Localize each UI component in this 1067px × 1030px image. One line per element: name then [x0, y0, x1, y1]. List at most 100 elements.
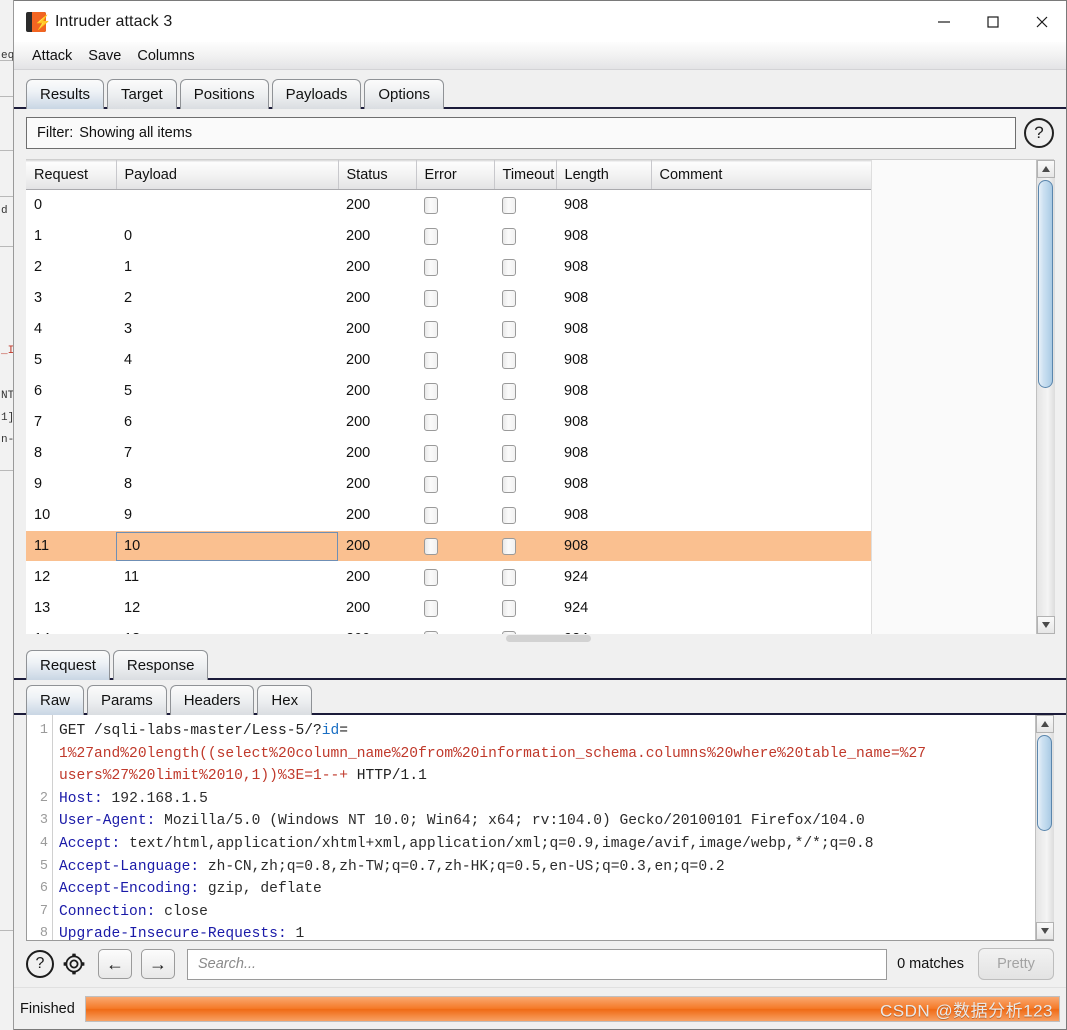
error-checkbox[interactable]	[424, 289, 438, 307]
timeout-checkbox[interactable]	[502, 537, 516, 555]
timeout-checkbox[interactable]	[502, 413, 516, 431]
filter-bar[interactable]: Filter: Showing all items	[26, 117, 1016, 149]
cell-comment[interactable]	[651, 562, 871, 593]
request-vertical-scrollbar[interactable]	[1035, 715, 1054, 940]
scroll-up-arrow-icon[interactable]	[1036, 160, 1055, 178]
minimize-icon[interactable]	[919, 1, 968, 42]
error-checkbox[interactable]	[424, 444, 438, 462]
cell-timeout[interactable]	[494, 221, 556, 252]
cell-comment[interactable]	[651, 407, 871, 438]
table-row[interactable]: 3 2 200 908	[26, 283, 871, 314]
cell-comment[interactable]	[651, 314, 871, 345]
menu-item-save[interactable]: Save	[80, 46, 129, 66]
table-row[interactable]: 4 3 200 908	[26, 314, 871, 345]
cell-error[interactable]	[416, 530, 494, 562]
cell-error[interactable]	[416, 376, 494, 407]
column-header-error[interactable]: Error	[416, 160, 495, 190]
timeout-checkbox[interactable]	[502, 599, 516, 617]
column-header-status[interactable]: Status	[338, 160, 417, 190]
gear-icon[interactable]	[59, 949, 89, 979]
request-scroll-track[interactable]	[1035, 733, 1054, 922]
cell-timeout[interactable]	[494, 438, 556, 469]
cell-error[interactable]	[416, 593, 494, 624]
cell-timeout[interactable]	[494, 252, 556, 283]
column-header-length[interactable]: Length	[556, 160, 652, 190]
results-horizontal-scrollbar[interactable]	[26, 634, 1054, 643]
cell-error[interactable]	[416, 190, 494, 221]
error-checkbox[interactable]	[424, 475, 438, 493]
forward-button[interactable]: →	[141, 949, 175, 979]
table-row[interactable]: 1413200 924	[26, 624, 871, 635]
tab-results[interactable]: Results	[26, 79, 105, 109]
back-button[interactable]: ←	[98, 949, 132, 979]
cell-error[interactable]	[416, 469, 494, 500]
tab-hex[interactable]: Hex	[257, 685, 313, 715]
request-scroll-up-arrow-icon[interactable]	[1035, 715, 1054, 733]
request-scroll-down-arrow-icon[interactable]	[1035, 922, 1054, 940]
tab-options[interactable]: Options	[364, 79, 445, 109]
table-row[interactable]: 6 5 200 908	[26, 376, 871, 407]
cell-comment[interactable]	[651, 345, 871, 376]
timeout-checkbox[interactable]	[502, 320, 516, 338]
cell-timeout[interactable]	[494, 283, 556, 314]
error-checkbox[interactable]	[424, 258, 438, 276]
results-scroll-track[interactable]	[1036, 178, 1055, 616]
help-icon[interactable]: ?	[26, 950, 54, 978]
cell-error[interactable]	[416, 283, 494, 314]
cell-error[interactable]	[416, 221, 494, 252]
scroll-down-arrow-icon[interactable]	[1036, 616, 1055, 634]
tab-positions[interactable]: Positions	[179, 79, 269, 109]
table-row[interactable]: 11 10 200 908	[26, 530, 871, 562]
cell-comment[interactable]	[651, 624, 871, 635]
cell-comment[interactable]	[651, 376, 871, 407]
cell-timeout[interactable]	[494, 500, 556, 531]
timeout-checkbox[interactable]	[502, 227, 516, 245]
table-row[interactable]: 10 9 200 908	[26, 500, 871, 531]
cell-timeout[interactable]	[494, 469, 556, 500]
column-header-payload[interactable]: Payload	[116, 160, 339, 190]
cell-comment[interactable]	[651, 221, 871, 252]
cell-comment[interactable]	[651, 530, 871, 562]
cell-comment[interactable]	[651, 500, 871, 531]
error-checkbox[interactable]	[424, 537, 438, 555]
table-row[interactable]: 1 0 200 908	[26, 221, 871, 252]
table-row[interactable]: 9 8 200 908	[26, 469, 871, 500]
cell-comment[interactable]	[651, 469, 871, 500]
table-row[interactable]: 8 7 200 908	[26, 438, 871, 469]
tab-params[interactable]: Params	[87, 685, 167, 715]
cell-comment[interactable]	[651, 190, 871, 221]
tab-response[interactable]: Response	[112, 650, 209, 680]
search-input[interactable]: Search...	[187, 948, 888, 980]
error-checkbox[interactable]	[424, 382, 438, 400]
cell-timeout[interactable]	[494, 190, 556, 221]
table-row[interactable]: 5 4 200 908	[26, 345, 871, 376]
cell-timeout[interactable]	[494, 376, 556, 407]
cell-timeout[interactable]	[494, 345, 556, 376]
request-editor[interactable]: 1 2 3 4 5 6 7 8 GET /sqli-labs-master/Less-5/?i…	[27, 715, 1035, 940]
tab-request[interactable]: Request	[26, 650, 110, 680]
tab-target[interactable]: Target	[107, 79, 177, 109]
cell-error[interactable]	[416, 624, 494, 634]
cell-comment[interactable]	[651, 252, 871, 283]
menu-item-columns[interactable]: Columns	[129, 46, 202, 66]
cell-comment[interactable]	[651, 283, 871, 314]
cell-timeout[interactable]	[494, 407, 556, 438]
cell-error[interactable]	[416, 407, 494, 438]
cell-error[interactable]	[416, 500, 494, 531]
column-header-comment[interactable]: Comment	[651, 160, 872, 190]
close-icon[interactable]	[1017, 1, 1066, 42]
cell-error[interactable]	[416, 345, 494, 376]
cell-timeout[interactable]	[494, 530, 556, 562]
cell-timeout[interactable]	[494, 314, 556, 345]
cell-error[interactable]	[416, 252, 494, 283]
timeout-checkbox[interactable]	[502, 506, 516, 524]
table-row[interactable]: 7 6 200 908	[26, 407, 871, 438]
timeout-checkbox[interactable]	[502, 289, 516, 307]
cell-error[interactable]	[416, 314, 494, 345]
tab-raw[interactable]: Raw	[26, 685, 85, 715]
cell-comment[interactable]	[651, 438, 871, 469]
pretty-button[interactable]: Pretty	[978, 948, 1054, 980]
error-checkbox[interactable]	[424, 413, 438, 431]
maximize-icon[interactable]	[968, 1, 1017, 42]
error-checkbox[interactable]	[424, 227, 438, 245]
